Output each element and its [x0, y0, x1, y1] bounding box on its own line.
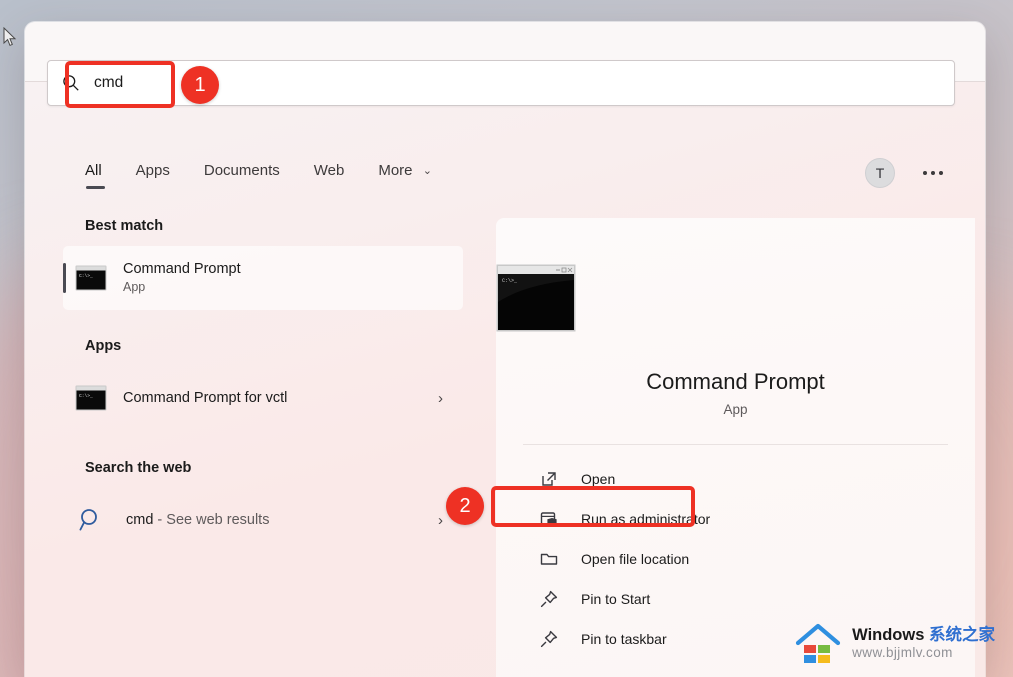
watermark: Windows 系统之家 www.bjjmlv.com	[785, 615, 1005, 671]
tab-apps-label: Apps	[136, 162, 170, 179]
open-file-location-action[interactable]: Open file location	[523, 539, 948, 579]
mouse-cursor	[3, 27, 17, 47]
chevron-right-icon[interactable]: ›	[438, 512, 443, 529]
results-column: Best match C:\>_ Command Prompt App Apps…	[25, 218, 477, 677]
search-filter-tabs: All Apps Documents Web More ⌄	[85, 162, 432, 189]
command-prompt-window-preview: C:\>_	[496, 264, 576, 332]
selection-indicator	[63, 263, 66, 293]
tab-apps[interactable]: Apps	[136, 162, 170, 189]
account-area: T	[865, 158, 943, 188]
chevron-right-icon[interactable]: ›	[438, 390, 443, 407]
avatar-initial: T	[876, 165, 885, 181]
tab-all-label: All	[85, 162, 102, 179]
detail-panel: C:\>_ Command Prompt App Open Run	[496, 218, 975, 677]
folder-icon	[539, 549, 559, 569]
result-app-command-prompt-for-vctl[interactable]: C:\>_ Command Prompt for vctl ›	[63, 366, 463, 430]
web-query: cmd	[126, 512, 153, 528]
result-web-search-cmd[interactable]: cmd - See web results ›	[63, 488, 463, 552]
result-title: Command Prompt	[123, 260, 241, 278]
action-label: Run as administrator	[581, 511, 710, 527]
tab-web-label: Web	[314, 162, 345, 179]
pin-icon	[539, 629, 559, 649]
chevron-down-icon: ⌄	[423, 164, 432, 177]
web-search-icon	[78, 507, 104, 533]
search-the-web-heading: Search the web	[85, 460, 463, 476]
open-action[interactable]: Open	[523, 459, 948, 499]
pin-to-start-action[interactable]: Pin to Start	[523, 579, 948, 619]
search-input-value: cmd	[94, 74, 123, 92]
tab-more-label: More	[378, 162, 412, 179]
action-label: Pin to Start	[581, 591, 650, 607]
apps-heading: Apps	[85, 338, 463, 354]
windows-house-logo-icon	[795, 621, 841, 665]
command-prompt-icon: C:\>_	[75, 265, 107, 291]
tab-documents-label: Documents	[204, 162, 280, 179]
action-label: Open file location	[581, 551, 689, 567]
annotation-badge-1-number: 1	[194, 74, 205, 97]
watermark-brand-cn: 系统之家	[929, 626, 995, 644]
shield-window-icon	[539, 509, 559, 529]
watermark-brand-en: Windows	[852, 626, 924, 644]
tab-all[interactable]: All	[85, 162, 102, 189]
annotation-badge-2-number: 2	[459, 495, 470, 518]
action-label: Pin to taskbar	[581, 631, 667, 647]
annotation-badge-1: 1	[181, 66, 219, 104]
annotation-badge-2: 2	[446, 487, 484, 525]
ellipsis-icon[interactable]	[923, 171, 943, 175]
result-best-match-command-prompt[interactable]: C:\>_ Command Prompt App	[63, 246, 463, 310]
search-flyout-panel: cmd All Apps Documents Web More ⌄ T Best…	[25, 22, 985, 677]
pin-icon	[539, 589, 559, 609]
result-title: Command Prompt for vctl	[123, 389, 287, 407]
web-query-suffix: - See web results	[153, 512, 269, 528]
svg-text:C:\>_: C:\>_	[79, 273, 93, 279]
result-title: cmd - See web results	[126, 511, 269, 529]
detail-app-name: Command Prompt	[496, 369, 975, 395]
external-link-icon	[539, 469, 559, 489]
detail-app-kind: App	[496, 402, 975, 417]
svg-text:C:\>_: C:\>_	[79, 393, 93, 399]
best-match-heading: Best match	[85, 218, 463, 234]
search-icon	[62, 74, 80, 92]
run-as-administrator-action[interactable]: Run as administrator	[523, 499, 948, 539]
avatar[interactable]: T	[865, 158, 895, 188]
action-label: Open	[581, 471, 615, 487]
watermark-url: www.bjjmlv.com	[852, 646, 995, 661]
result-subtitle: App	[123, 278, 241, 296]
tab-documents[interactable]: Documents	[204, 162, 280, 189]
tab-more[interactable]: More ⌄	[378, 162, 432, 189]
detail-divider	[523, 444, 948, 445]
svg-text:C:\>_: C:\>_	[502, 278, 518, 284]
command-prompt-icon: C:\>_	[75, 385, 107, 411]
tab-web[interactable]: Web	[314, 162, 345, 189]
